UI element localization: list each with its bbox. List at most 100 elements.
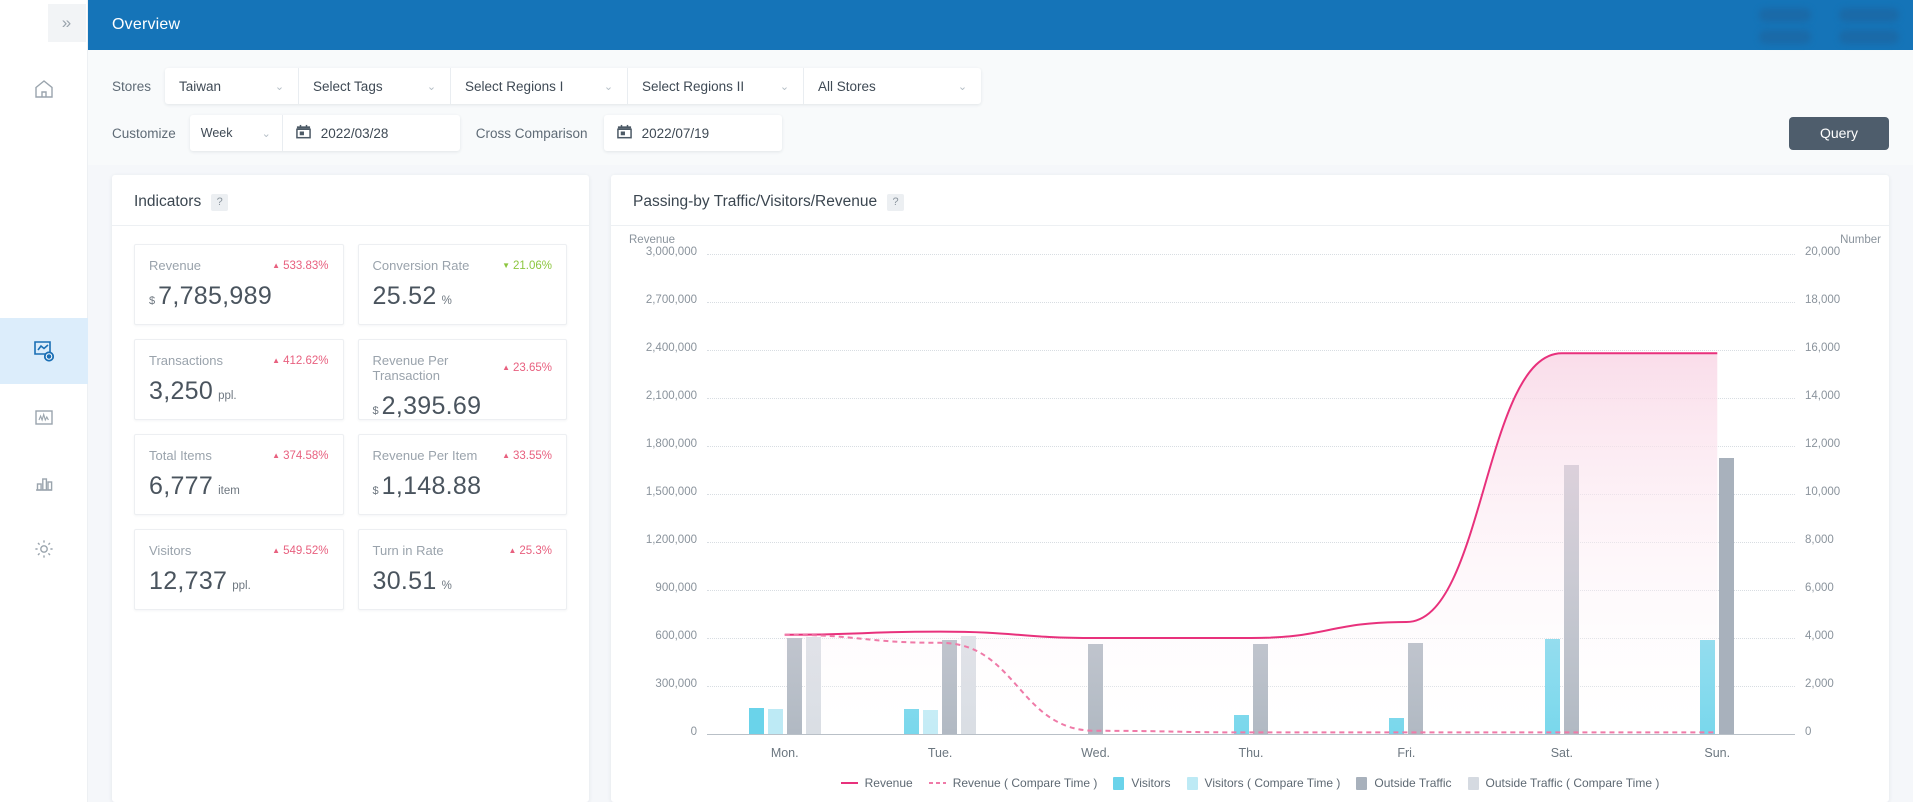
legend-swatch-marker (1113, 777, 1124, 790)
start-date-field[interactable]: 2022/03/28 (282, 115, 460, 151)
indicator-label: Turn in Rate (373, 543, 444, 558)
chart-day-group: Tue. (862, 254, 1017, 734)
sidebar-item-home[interactable] (0, 56, 88, 122)
bar-chart-icon (32, 471, 56, 495)
indicator-value-row: $1,148.88 (373, 472, 553, 501)
select-value: Select Regions II (642, 79, 744, 94)
query-button[interactable]: Query (1789, 117, 1889, 150)
dashboard-content: Indicators ? Revenue▲533.83%$7,785,989Co… (88, 165, 1913, 802)
legend-label: Revenue (865, 776, 913, 790)
legend-item[interactable]: Revenue ( Compare Time ) (929, 776, 1098, 790)
sidebar-collapse-toggle[interactable]: » (48, 4, 86, 42)
y-axis-right-tick: 8,000 (1805, 534, 1834, 546)
sidebar-item-reports[interactable] (0, 450, 88, 516)
chart-bar (768, 709, 783, 734)
help-icon[interactable]: ? (211, 194, 228, 211)
chart-bar (749, 708, 764, 734)
indicator-value-row: 3,250ppl. (149, 377, 329, 406)
chart-bars: Mon.Tue.Wed.Thu.Fri.Sat.Sun. (707, 254, 1795, 734)
y-axis-right-tick: 16,000 (1805, 342, 1840, 354)
sidebar-item-analytics[interactable] (0, 384, 88, 450)
arrow-up-icon: ▲ (272, 452, 280, 460)
indicator-delta: ▲549.52% (272, 545, 328, 557)
sidebar-item-settings[interactable] (0, 516, 88, 582)
chart-day-group: Thu. (1173, 254, 1328, 734)
indicator-delta: ▲25.3% (508, 545, 552, 557)
y-axis-left-tick: 600,000 (655, 630, 697, 642)
indicator-value: 7,785,989 (158, 282, 272, 311)
indicator-top: Total Items▲374.58% (149, 448, 329, 463)
indicators-header: Indicators ? (112, 175, 589, 226)
indicator-label: Revenue (149, 258, 201, 273)
date-filter-row: Customize Week ⌄ (88, 115, 1913, 151)
all-stores-select[interactable]: All Stores ⌄ (803, 68, 981, 104)
store-country-select[interactable]: Taiwan ⌄ (165, 68, 298, 104)
legend-label: Outside Traffic (1374, 776, 1451, 790)
select-value: All Stores (818, 79, 876, 94)
regions-2-select[interactable]: Select Regions II ⌄ (627, 68, 803, 104)
indicator-value-row: 6,777item (149, 472, 329, 501)
legend-item[interactable]: Visitors (1113, 776, 1170, 790)
indicator-value: 3,250 (149, 377, 213, 406)
y-axis-left-tick: 900,000 (655, 582, 697, 594)
legend-item[interactable]: Outside Traffic ( Compare Time ) (1468, 776, 1660, 790)
y-axis-right-tick: 10,000 (1805, 486, 1840, 498)
chevron-down-icon: ⌄ (427, 80, 436, 93)
indicator-delta: ▲412.62% (272, 355, 328, 367)
y-axis-left-tick: 1,800,000 (646, 438, 697, 450)
indicator-top: Revenue Per Transaction▲23.65% (373, 353, 553, 383)
header-redacted-bottom (1759, 30, 1899, 44)
indicators-panel: Indicators ? Revenue▲533.83%$7,785,989Co… (112, 175, 589, 802)
indicator-value: 6,777 (149, 472, 213, 501)
y-axis-right-title: Number (1840, 234, 1881, 246)
legend-item[interactable]: Revenue (841, 776, 913, 790)
x-axis-tick-label: Wed. (1018, 746, 1173, 760)
analytics-wave-icon (32, 405, 56, 429)
legend-label: Visitors (1131, 776, 1170, 790)
indicator-delta: ▼21.06% (502, 260, 552, 272)
indicator-delta: ▲533.83% (272, 260, 328, 272)
legend-item[interactable]: Outside Traffic (1356, 776, 1451, 790)
indicator-label: Revenue Per Item (373, 448, 478, 463)
compare-date-field[interactable]: 2022/07/19 (604, 115, 782, 151)
sidebar-item-overview[interactable] (0, 318, 88, 384)
chart-bar (904, 709, 919, 734)
indicator-card: Turn in Rate▲25.3%30.51% (358, 529, 568, 610)
indicator-delta-value: 21.06% (513, 260, 552, 272)
indicator-delta: ▲23.65% (502, 362, 552, 374)
y-axis-right-tick: 4,000 (1805, 630, 1834, 642)
y-axis-left-tick: 1,200,000 (646, 534, 697, 546)
indicator-value-row: $2,395.69 (373, 392, 553, 421)
chart-bar (1234, 715, 1249, 734)
chart-bar (961, 636, 976, 734)
chart-bar (942, 640, 957, 734)
indicator-delta-value: 533.83% (283, 260, 328, 272)
chart-bar (1408, 643, 1423, 734)
indicator-card: Visitors▲549.52%12,737ppl. (134, 529, 344, 610)
legend-swatch-marker (1356, 777, 1367, 790)
legend-swatch-marker (1468, 777, 1479, 790)
indicator-delta: ▲374.58% (272, 450, 328, 462)
tags-select[interactable]: Select Tags ⌄ (298, 68, 450, 104)
y-axis-right-tick: 2,000 (1805, 678, 1834, 690)
chevron-down-icon: ⌄ (958, 80, 967, 93)
indicator-value: 12,737 (149, 567, 227, 596)
indicator-card: Revenue Per Item▲33.55%$1,148.88 (358, 434, 568, 515)
arrow-up-icon: ▲ (502, 364, 510, 372)
indicator-card: Total Items▲374.58% 6,777item (134, 434, 344, 515)
chart-plot-area: 00300,0002,000600,0004,000900,0006,0001,… (707, 254, 1795, 734)
regions-1-select[interactable]: Select Regions I ⌄ (450, 68, 627, 104)
main-area: Overview Stores Taiwan ⌄ Se (88, 0, 1913, 802)
y-axis-right-tick: 0 (1805, 726, 1811, 738)
chart-day-group: Fri. (1329, 254, 1484, 734)
legend-item[interactable]: Visitors ( Compare Time ) (1187, 776, 1341, 790)
help-icon[interactable]: ? (887, 194, 904, 211)
indicator-value: 25.52 (373, 282, 437, 311)
stores-filter-row: Stores Taiwan ⌄ Select Tags ⌄ Select Reg… (88, 68, 1913, 104)
x-axis-tick-label: Mon. (707, 746, 862, 760)
y-axis-left-tick: 0 (691, 726, 697, 738)
chart-body: Revenue Number 00300,0002,000600,0004,00… (611, 226, 1889, 802)
y-axis-left-title: Revenue (629, 234, 675, 246)
redacted-block (1839, 30, 1899, 44)
period-select[interactable]: Week ⌄ (190, 115, 282, 151)
